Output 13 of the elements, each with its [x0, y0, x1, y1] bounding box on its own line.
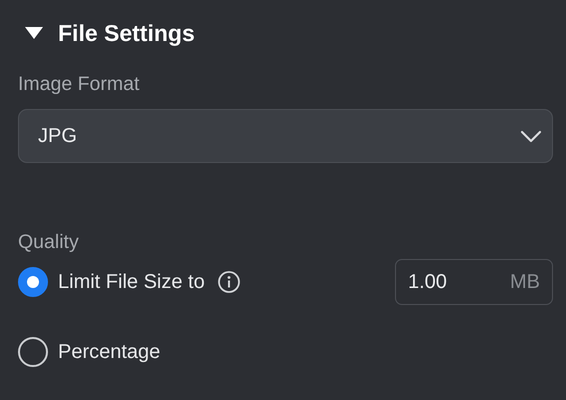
- section-title: File Settings: [58, 20, 195, 46]
- expand-triangle-icon[interactable]: [24, 26, 44, 40]
- option-label[interactable]: Limit File Size to: [58, 270, 205, 294]
- info-icon[interactable]: [216, 270, 241, 294]
- radio-button[interactable]: [18, 337, 48, 367]
- unit-label: MB: [510, 270, 540, 294]
- radio-button[interactable]: [18, 267, 48, 297]
- chevron-down-icon: [520, 130, 542, 142]
- file-size-field[interactable]: 1.00 MB: [395, 259, 553, 305]
- image-format-dropdown[interactable]: JPG: [18, 109, 553, 163]
- field-label: Image Format: [18, 73, 140, 96]
- option-label[interactable]: Percentage: [58, 340, 160, 364]
- field-label: Quality: [18, 231, 80, 254]
